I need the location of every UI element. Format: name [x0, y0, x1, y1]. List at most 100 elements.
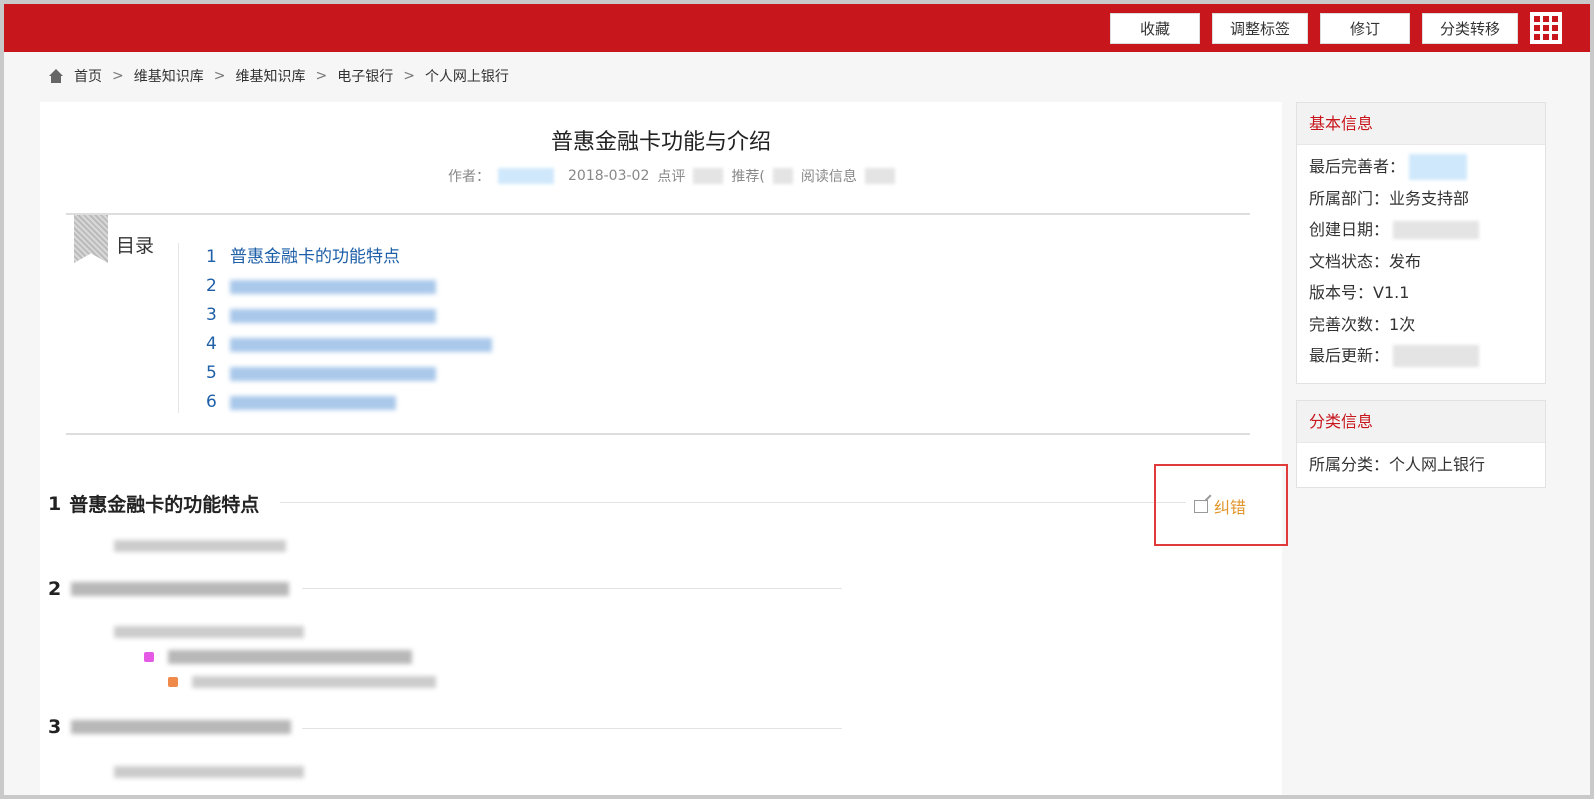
department-label: 所属部门：	[1309, 188, 1390, 208]
toc-item-text-redacted[interactable]	[230, 337, 492, 352]
toc-item-number: 1	[206, 247, 217, 267]
toc-item-number: 5	[206, 363, 217, 383]
last-update-redacted	[1393, 344, 1480, 367]
app-frame: 收藏 调整标签 修订 分类转移 首页 > 维基知识库 > 维基知识库 > 电子银…	[0, 0, 1594, 799]
breadcrumb-home[interactable]: 首页	[74, 66, 102, 86]
toc-item-number: 6	[206, 392, 217, 412]
report-error-button[interactable]: 纠错	[1194, 494, 1246, 518]
last-editor-redacted	[1409, 153, 1468, 180]
breadcrumb-item[interactable]: 个人网上银行	[425, 66, 509, 86]
section-heading: 2	[48, 578, 290, 600]
revise-button[interactable]: 修订	[1320, 12, 1410, 44]
category-row: 所属分类： 个人网上银行	[1297, 449, 1545, 481]
section-divider	[302, 588, 842, 589]
toc-item[interactable]: 1 普惠金融卡的功能特点	[206, 243, 492, 272]
toc-item-number: 4	[206, 334, 217, 354]
last-update-row: 最后更新：	[1297, 340, 1545, 372]
basic-info-heading: 基本信息	[1297, 103, 1545, 145]
toc-divider	[178, 243, 179, 413]
section-heading: 3	[48, 716, 292, 738]
toc-item-text-redacted[interactable]	[230, 308, 436, 323]
top-bar: 收藏 调整标签 修订 分类转移	[4, 4, 1590, 52]
category-label: 所属分类：	[1309, 455, 1390, 474]
toc-item-text-redacted[interactable]	[230, 366, 436, 381]
section-title-redacted	[71, 720, 292, 734]
bullet-icon	[168, 677, 178, 687]
breadcrumb-separator: >	[403, 68, 415, 84]
publish-date: 2018-03-02	[568, 168, 650, 184]
version-row: 版本号： V1.1	[1297, 277, 1545, 309]
home-icon[interactable]	[48, 69, 64, 83]
toc-item-text-redacted[interactable]	[230, 279, 436, 294]
bookmark-icon	[74, 215, 108, 263]
author-name-redacted	[498, 168, 554, 184]
redacted-value	[693, 168, 724, 184]
category-info-panel: 分类信息 所属分类： 个人网上银行	[1296, 400, 1546, 488]
paragraph-redacted	[114, 766, 304, 778]
edit-icon	[1194, 499, 1208, 513]
toolbar-actions: 收藏 调整标签 修订 分类转移	[1110, 12, 1562, 44]
list-item-redacted	[192, 676, 436, 688]
section-number: 3	[48, 716, 62, 738]
breadcrumb-item[interactable]: 电子银行	[337, 66, 393, 86]
adjust-tags-button[interactable]: 调整标签	[1212, 12, 1308, 44]
status-label: 文档状态：	[1309, 251, 1390, 271]
last-editor-label: 最后完善者：	[1309, 157, 1406, 176]
edit-count-value: 1次	[1389, 314, 1416, 334]
toc-item[interactable]: 6	[206, 388, 492, 417]
page-title: 普惠金融卡功能与介绍	[550, 130, 771, 155]
section-heading: 1 普惠金融卡的功能特点	[48, 490, 259, 517]
section-title-redacted	[71, 582, 290, 596]
breadcrumb-separator: >	[213, 68, 226, 84]
read-info-label: 阅读信息	[800, 169, 857, 185]
paragraph-redacted	[114, 540, 286, 552]
section-number: 2	[48, 578, 62, 600]
redacted-value	[772, 168, 793, 184]
table-of-contents: 目录 1 普惠金融卡的功能特点 2 3 4 5 6	[66, 213, 1250, 435]
section-number: 1	[48, 492, 62, 515]
toc-item-text-redacted[interactable]	[230, 395, 396, 410]
bullet-icon	[144, 652, 154, 662]
toc-item-text[interactable]: 普惠金融卡的功能特点	[230, 243, 400, 272]
breadcrumb-item[interactable]: 维基知识库	[235, 66, 305, 86]
article-panel: 普惠金融卡功能与介绍 作者： 2018-03-02 点评 推荐( 阅读信息 目录…	[40, 102, 1288, 795]
comments-label: 点评	[657, 169, 686, 185]
favorite-button[interactable]: 收藏	[1110, 12, 1200, 44]
category-info-heading: 分类信息	[1297, 401, 1545, 443]
paragraph-redacted	[114, 626, 304, 638]
list-item	[168, 676, 436, 688]
report-error-label: 纠错	[1214, 498, 1247, 517]
grid-icon[interactable]	[1530, 12, 1562, 44]
list-item-redacted	[168, 650, 412, 664]
department-value: 业务支持部	[1389, 188, 1470, 208]
basic-info-panel: 基本信息 最后完善者： 所属部门： 业务支持部 创建日期： 文档状态： 发布 版…	[1296, 102, 1546, 384]
edit-count-label: 完善次数：	[1309, 314, 1390, 334]
section-title: 普惠金融卡的功能特点	[69, 494, 260, 516]
toc-item[interactable]: 5	[206, 359, 492, 388]
article-meta: 作者： 2018-03-02 点评 推荐( 阅读信息	[448, 166, 895, 186]
toc-item-number: 2	[206, 276, 217, 296]
last-editor-row: 最后完善者：	[1297, 151, 1545, 183]
toc-list: 1 普惠金融卡的功能特点 2 3 4 5 6	[206, 243, 492, 417]
section-divider	[302, 728, 842, 729]
version-label: 版本号：	[1309, 283, 1374, 302]
breadcrumb-separator: >	[315, 68, 328, 84]
report-highlight-box: 纠错	[1154, 464, 1288, 546]
toc-item-number: 3	[206, 305, 217, 325]
created-date-row: 创建日期：	[1297, 214, 1545, 246]
toc-item[interactable]: 3	[206, 301, 492, 330]
toc-item[interactable]: 4	[206, 330, 492, 359]
created-date-redacted	[1393, 220, 1480, 239]
status-badge: 发布	[1389, 251, 1422, 271]
list-item	[144, 650, 412, 664]
recommend-label: 推荐(	[731, 169, 765, 185]
last-update-label: 最后更新：	[1309, 346, 1390, 365]
toc-item[interactable]: 2	[206, 272, 492, 301]
version-value: V1.1	[1373, 283, 1410, 302]
breadcrumb-item[interactable]: 维基知识库	[134, 66, 204, 86]
toc-label: 目录	[116, 235, 155, 257]
move-category-button[interactable]: 分类转移	[1422, 12, 1518, 44]
category-value[interactable]: 个人网上银行	[1389, 449, 1485, 481]
section-divider	[280, 502, 1186, 503]
author-label: 作者：	[448, 169, 490, 185]
